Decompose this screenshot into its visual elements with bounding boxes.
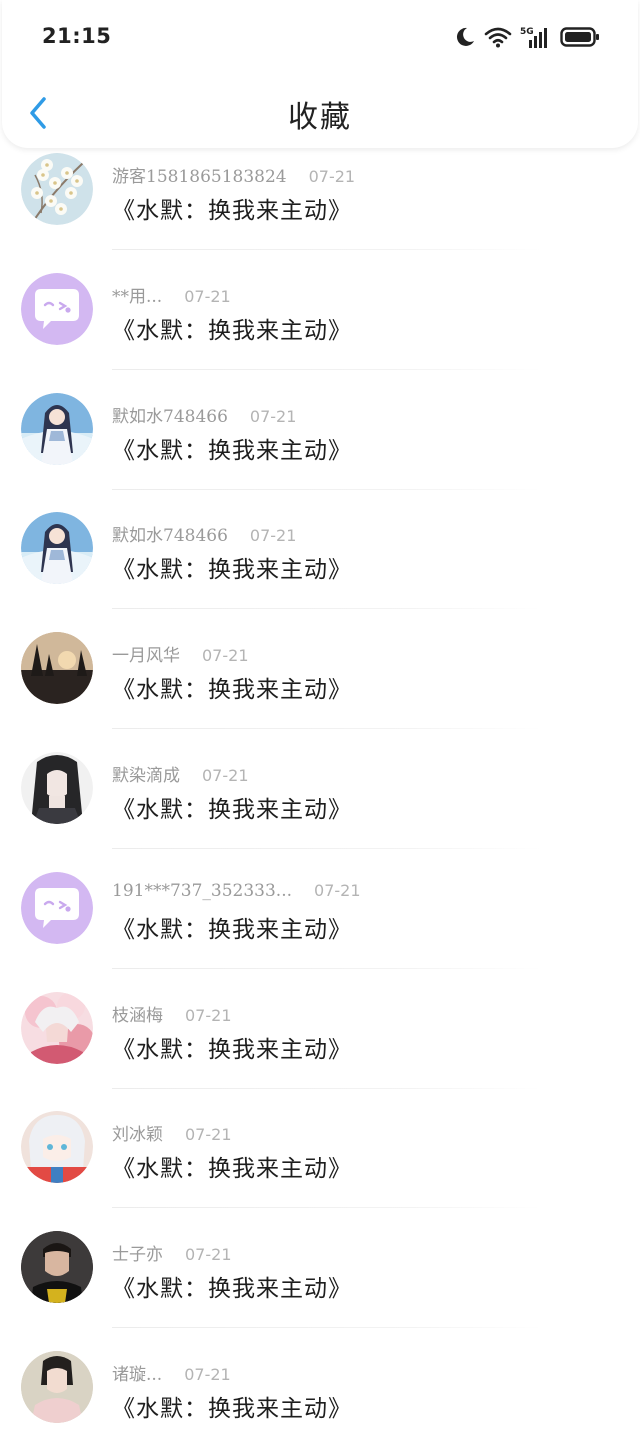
work-title[interactable]: 《水默：换我来主动》: [112, 550, 352, 584]
work-title[interactable]: 《水默：换我来主动》: [112, 191, 352, 225]
divider: [112, 488, 542, 490]
status-icons: 5G: [454, 24, 600, 50]
avatar[interactable]: [21, 392, 93, 465]
divider: [112, 608, 542, 610]
work-title[interactable]: 《水默：换我来主动》: [112, 1269, 352, 1303]
list-item[interactable]: 默如水748466 07-21 《水默：换我来主动》: [0, 392, 640, 513]
divider: [112, 249, 542, 250]
work-title[interactable]: 《水默：换我来主动》: [112, 910, 352, 944]
date: 07-21: [202, 646, 249, 666]
avatar[interactable]: [21, 871, 93, 944]
date: 07-21: [185, 1245, 232, 1265]
date: 07-21: [184, 286, 231, 306]
username[interactable]: 刘冰颖: [112, 1120, 163, 1145]
favorites-viewport: 游客1581865183824 07-21 《水默：换我来主动》 **用... …: [0, 0, 640, 1429]
svg-text:5G: 5G: [520, 27, 534, 37]
item-meta: 默染滴成 07-21: [112, 761, 249, 786]
clock: 21:15: [42, 24, 112, 48]
work-title[interactable]: 《水默：换我来主动》: [112, 790, 352, 824]
item-meta: **用... 07-21: [112, 282, 231, 307]
divider: [112, 1087, 542, 1089]
item-meta: 一月风华 07-21: [112, 641, 249, 666]
list-item[interactable]: 默如水748466 07-21 《水默：换我来主动》: [0, 512, 640, 632]
avatar[interactable]: [21, 1111, 93, 1184]
username[interactable]: **用...: [112, 282, 162, 307]
list-item[interactable]: **用... 07-21 《水默：换我来主动》: [0, 272, 640, 393]
work-title[interactable]: 《水默：换我来主动》: [112, 1389, 352, 1423]
item-meta: 默如水748466 07-21: [112, 521, 296, 546]
date: 07-21: [185, 1125, 232, 1145]
work-title[interactable]: 《水默：换我来主动》: [112, 1149, 352, 1183]
list-item[interactable]: 诸璇... 07-21 《水默：换我来主动》: [0, 1351, 640, 1429]
avatar[interactable]: [21, 272, 93, 345]
page-title: 收藏: [288, 100, 352, 135]
username[interactable]: 诸璇...: [112, 1360, 162, 1385]
username[interactable]: 默如水748466: [112, 521, 228, 546]
divider: [112, 967, 542, 969]
list-item[interactable]: 枝涵梅 07-21 《水默：换我来主动》: [0, 991, 640, 1112]
divider: [112, 848, 542, 849]
list-item[interactable]: 191***737_352333... 07-21 《水默：换我来主动》: [0, 871, 640, 992]
list-item[interactable]: 游客1581865183824 07-21 《水默：换我来主动》: [0, 153, 640, 273]
list-item[interactable]: 士子亦 07-21 《水默：换我来主动》: [0, 1231, 640, 1351]
work-title[interactable]: 《水默：换我来主动》: [112, 431, 352, 465]
date: 07-21: [202, 766, 249, 785]
username[interactable]: 士子亦: [112, 1240, 163, 1265]
avatar[interactable]: [21, 512, 93, 585]
list-item[interactable]: 一月风华 07-21 《水默：换我来主动》: [0, 632, 640, 752]
avatar[interactable]: [21, 1231, 93, 1304]
work-title[interactable]: 《水默：换我来主动》: [112, 311, 352, 345]
username[interactable]: 默染滴成: [112, 761, 180, 786]
divider: [112, 368, 542, 370]
work-title[interactable]: 《水默：换我来主动》: [112, 1030, 352, 1064]
battery-icon: [560, 27, 599, 47]
username[interactable]: 默如水748466: [112, 402, 228, 427]
item-meta: 191***737_352333... 07-21: [112, 881, 361, 901]
item-meta: 游客1581865183824 07-21: [112, 162, 355, 187]
item-meta: 士子亦 07-21: [112, 1240, 232, 1265]
work-title[interactable]: 《水默：换我来主动》: [112, 670, 352, 704]
divider: [112, 1207, 542, 1209]
avatar[interactable]: [21, 752, 93, 824]
avatar[interactable]: [21, 153, 93, 225]
username[interactable]: 一月风华: [112, 641, 180, 666]
date: 07-21: [185, 1005, 232, 1025]
moon-icon: [456, 27, 474, 46]
status-bar: 21:15 5G: [0, 0, 640, 75]
divider: [112, 1327, 542, 1329]
wifi-icon: [484, 27, 512, 48]
divider: [112, 728, 542, 730]
avatar[interactable]: [21, 1351, 93, 1423]
item-meta: 默如水748466 07-21: [112, 402, 296, 427]
date: 07-21: [249, 526, 297, 546]
date: 07-21: [249, 406, 297, 426]
date: 07-21: [308, 167, 356, 186]
item-meta: 诸璇... 07-21: [112, 1360, 231, 1385]
username[interactable]: 枝涵梅: [112, 1001, 163, 1026]
list-item[interactable]: 默染滴成 07-21 《水默：换我来主动》: [0, 752, 640, 872]
list-item[interactable]: 刘冰颖 07-21 《水默：换我来主动》: [0, 1111, 640, 1231]
date: 07-21: [314, 880, 361, 900]
item-meta: 枝涵梅 07-21: [112, 1001, 232, 1026]
item-meta: 刘冰颖 07-21: [112, 1120, 232, 1145]
avatar[interactable]: [21, 991, 93, 1064]
signal-5g-icon: 5G: [520, 27, 547, 48]
username[interactable]: 191***737_352333...: [112, 881, 292, 901]
avatar[interactable]: [21, 632, 93, 705]
date: 07-21: [184, 1365, 231, 1384]
username[interactable]: 游客1581865183824: [112, 162, 287, 187]
